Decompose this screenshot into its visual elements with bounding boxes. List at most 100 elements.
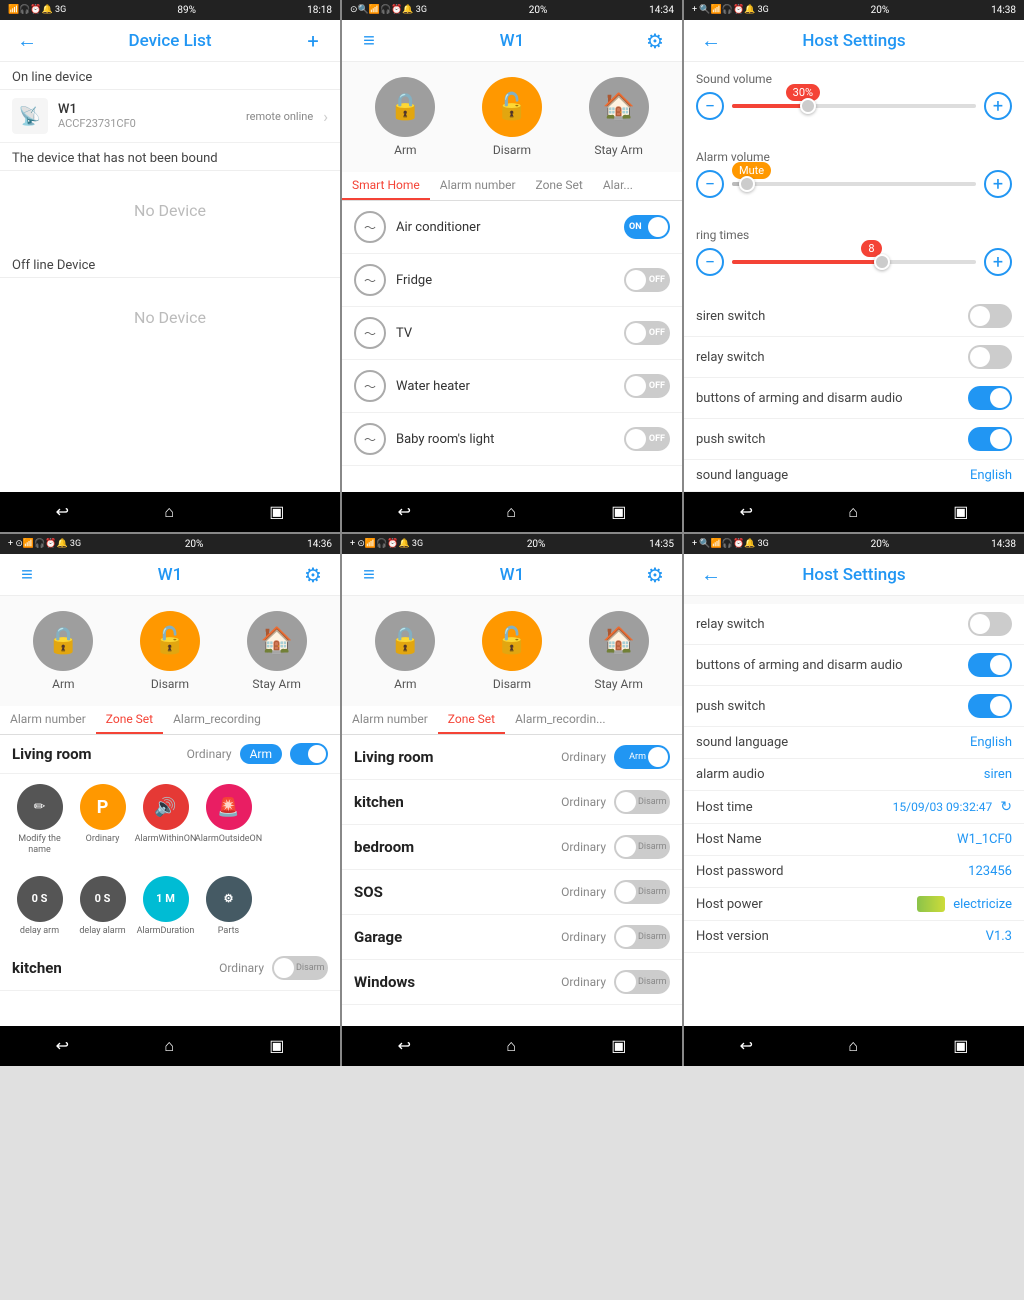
nav-home-6[interactable]: ⌂ [836,1034,870,1058]
bedroom-toggle-5[interactable]: Disarm [614,835,670,859]
tab-alarm-rec-5[interactable]: Alarm_recordin... [505,706,615,734]
alarm-volume-plus[interactable]: + [984,170,1012,198]
alarm-volume-knob[interactable] [739,176,755,192]
sound-volume-knob[interactable] [800,98,816,114]
tab-alarm-rec-4[interactable]: Alarm_recording [163,706,271,734]
nav-back-6[interactable]: ↩ [728,1034,765,1058]
nav-square-6[interactable]: ▣ [941,1034,980,1058]
stay-arm-button[interactable]: 🏠 Stay Arm [589,77,649,157]
nav-home-2[interactable]: ⌂ [494,500,528,524]
host-password-value[interactable]: 123456 [968,864,1012,879]
nav-square-4[interactable]: ▣ [257,1034,296,1058]
disarm-button-4[interactable]: 🔓 Disarm [140,611,200,691]
stay-arm-button-4[interactable]: 🏠 Stay Arm [247,611,307,691]
alarm-audio-value[interactable]: siren [984,767,1012,782]
tab-zone-set[interactable]: Zone Set [526,172,593,200]
back-button-6[interactable]: ← [696,562,726,587]
nav-home-3[interactable]: ⌂ [836,500,870,524]
stay-arm-button-5[interactable]: 🏠 Stay Arm [589,611,649,691]
settings-icon-4[interactable]: ⚙ [298,563,328,587]
sound-volume-track[interactable]: 30% [732,104,976,108]
delay-arm-item[interactable]: 0 S delay arm [12,876,67,937]
tab-alarm-number-5[interactable]: Alarm number [342,706,438,734]
arm-button-4[interactable]: 🔒 Arm [33,611,93,691]
smart-item-tv[interactable]: 〜 TV OFF [342,307,682,360]
sound-language-value[interactable]: English [970,468,1012,483]
ring-times-plus[interactable]: + [984,248,1012,276]
nav-home-5[interactable]: ⌂ [494,1034,528,1058]
zone-icon-modify-name[interactable]: ✏ Modify the name [12,784,67,856]
nav-back-3[interactable]: ↩ [728,500,765,524]
push-switch-toggle[interactable] [968,427,1012,451]
smart-item-babylight[interactable]: 〜 Baby room's light OFF [342,413,682,466]
toggle-ac[interactable]: ON [624,215,670,239]
nav-back-1[interactable]: ↩ [44,500,81,524]
sound-language-value-2[interactable]: English [970,735,1012,750]
arm-button[interactable]: 🔒 Arm [375,77,435,157]
tab-zone-set-5[interactable]: Zone Set [438,706,505,734]
add-device-button[interactable]: + [298,29,328,53]
push-switch-toggle-2[interactable] [968,694,1012,718]
menu-icon[interactable]: ← [12,28,42,53]
arm-button-5[interactable]: 🔒 Arm [375,611,435,691]
zone-icon-alarm-within[interactable]: 🔊 AlarmWithinON [138,784,193,856]
ring-times-minus[interactable]: − [696,248,724,276]
nav-square-5[interactable]: ▣ [599,1034,638,1058]
ring-times-knob[interactable] [874,254,890,270]
tab-smart-home[interactable]: Smart Home [342,172,430,200]
sos-toggle-5[interactable]: Disarm [614,880,670,904]
kitchen-toggle-5[interactable]: Disarm [614,790,670,814]
nav-back-2[interactable]: ↩ [386,500,423,524]
tab-alarm-number-4[interactable]: Alarm number [0,706,96,734]
relay-switch-toggle[interactable] [968,345,1012,369]
settings-icon-2[interactable]: ⚙ [640,29,670,53]
nav-back-4[interactable]: ↩ [44,1034,81,1058]
nav-square-2[interactable]: ▣ [599,500,638,524]
toggle-babylight[interactable]: OFF [624,427,670,451]
toggle-waterheater[interactable]: OFF [624,374,670,398]
tab-alarm[interactable]: Alar... [593,172,643,200]
smart-item-ac[interactable]: 〜 Air conditioner ON [342,201,682,254]
sound-volume-plus[interactable]: + [984,92,1012,120]
windows-toggle-5[interactable]: Disarm [614,970,670,994]
hamburger-icon-4[interactable]: ≡ [12,562,42,587]
ring-times-track[interactable]: 8 [732,260,976,264]
tab-zone-set-4[interactable]: Zone Set [96,706,163,734]
parts-item[interactable]: ⚙ Parts [201,876,256,937]
relay-switch-toggle-2[interactable] [968,612,1012,636]
nav-back-5[interactable]: ↩ [386,1034,423,1058]
nav-square-1[interactable]: ▣ [257,500,296,524]
hamburger-icon-2[interactable]: ≡ [354,28,384,53]
arm-audio-toggle-2[interactable] [968,653,1012,677]
alarm-volume-minus[interactable]: − [696,170,724,198]
nav-home-4[interactable]: ⌂ [152,1034,186,1058]
delay-alarm-item[interactable]: 0 S delay alarm [75,876,130,937]
living-room-toggle-5[interactable]: Arm [614,745,670,769]
arm-pill[interactable]: Arm [240,744,282,764]
toggle-tv[interactable]: OFF [624,321,670,345]
sound-volume-minus[interactable]: − [696,92,724,120]
refresh-time-icon[interactable]: ↻ [1000,799,1012,815]
living-room-toggle[interactable] [290,743,328,765]
alarm-duration-item[interactable]: 1 M AlarmDuration [138,876,193,937]
zone-icon-ordinary[interactable]: P Ordinary [75,784,130,856]
arm-audio-toggle[interactable] [968,386,1012,410]
disarm-button-5[interactable]: 🔓 Disarm [482,611,542,691]
hamburger-icon-5[interactable]: ≡ [354,562,384,587]
smart-item-fridge[interactable]: 〜 Fridge OFF [342,254,682,307]
alarm-volume-track[interactable]: Mute [732,182,976,186]
smart-item-waterheater[interactable]: 〜 Water heater OFF [342,360,682,413]
host-name-value[interactable]: W1_1CF0 [957,832,1012,847]
disarm-button[interactable]: 🔓 Disarm [482,77,542,157]
toggle-fridge[interactable]: OFF [624,268,670,292]
kitchen-disarm-toggle[interactable]: Disarm [272,956,328,980]
device-w1[interactable]: 📡 W1 ACCF23731CF0 remote online › [0,90,340,143]
garage-toggle-5[interactable]: Disarm [614,925,670,949]
back-button-3[interactable]: ← [696,28,726,53]
nav-home-1[interactable]: ⌂ [152,500,186,524]
nav-square-3[interactable]: ▣ [941,500,980,524]
siren-switch-toggle[interactable] [968,304,1012,328]
tab-alarm-number[interactable]: Alarm number [430,172,526,200]
zone-icon-alarm-outside[interactable]: 🚨 AlarmOutsideON [201,784,256,856]
settings-icon-5[interactable]: ⚙ [640,563,670,587]
